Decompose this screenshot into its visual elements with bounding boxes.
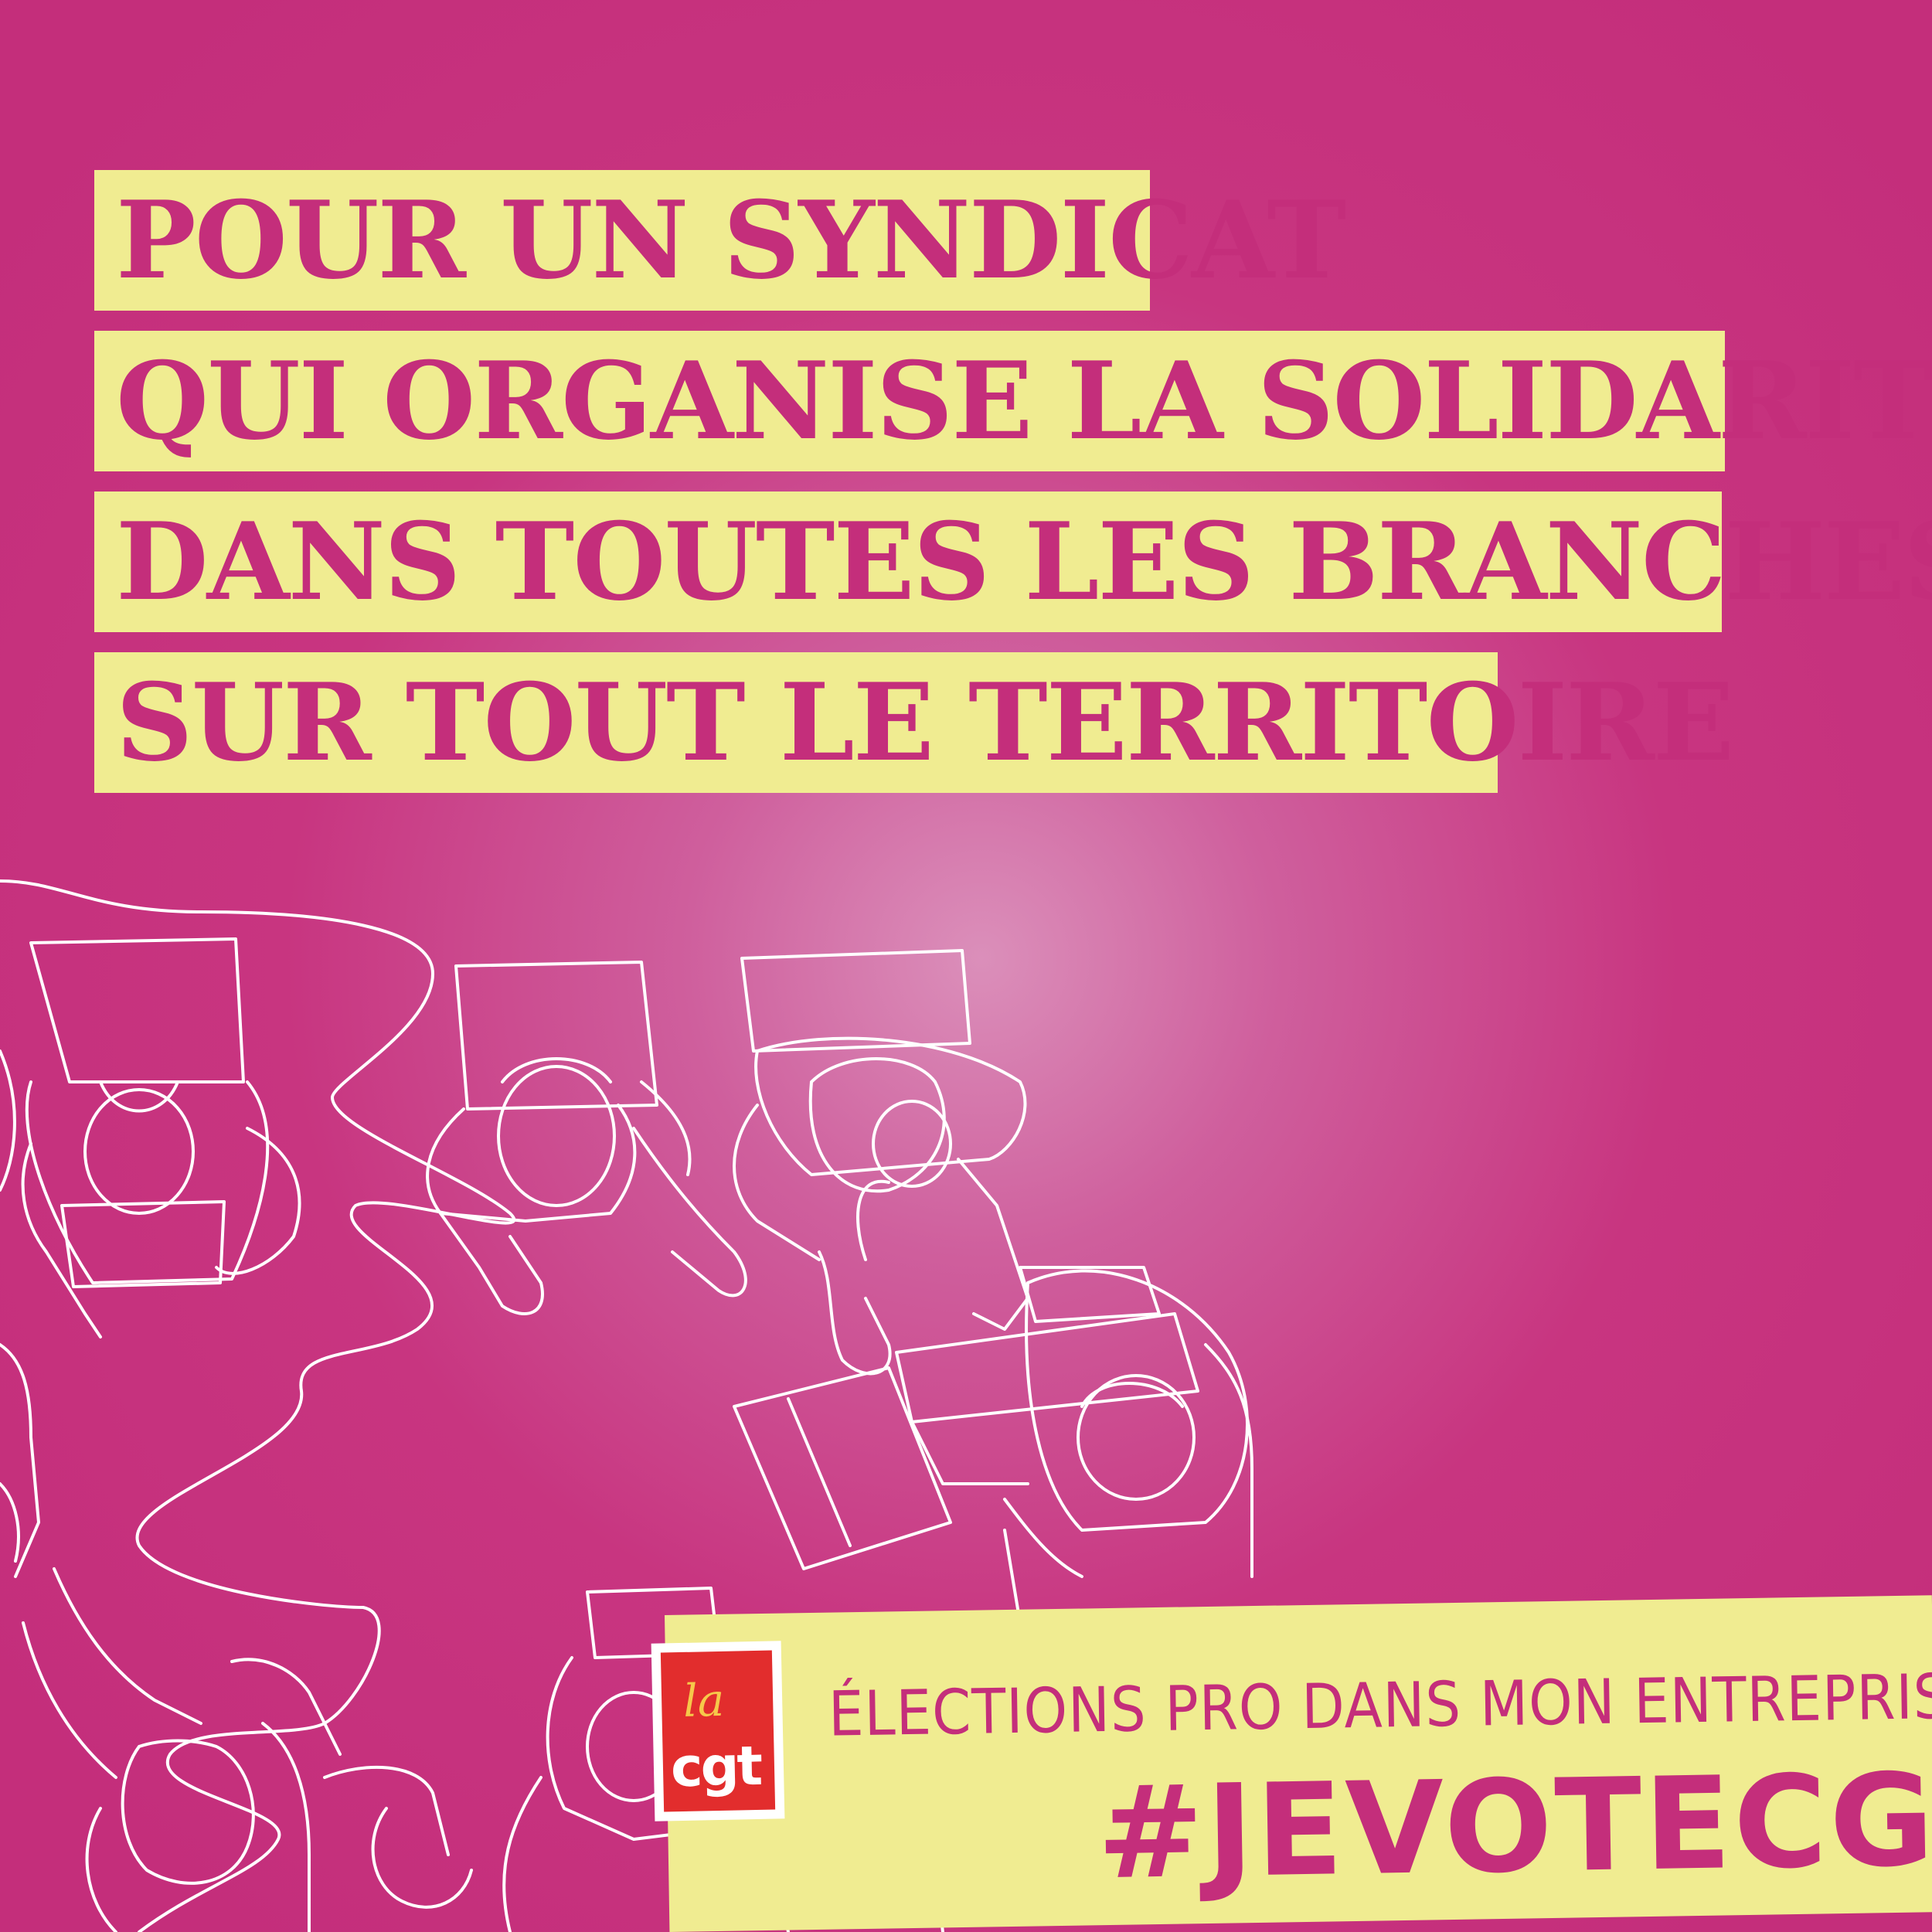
worker-5 — [22, 1567, 311, 1932]
headline-line-3: DANS TOUTES LES BRANCHES, — [94, 492, 1932, 632]
cgt-logo: la cgt — [651, 1641, 785, 1821]
poster: POUR UN SYNDICAT QUI ORGANISE LA SOLIDAR… — [0, 0, 1932, 1932]
worker-1 — [0, 937, 301, 1338]
footer-label: ÉLECTIONS PRO DANS MON ENTREPRISE : — [828, 1659, 1932, 1750]
winding-line — [0, 879, 515, 1932]
hashtag: #JEVOTECGT — [1095, 1744, 1932, 1908]
cgt-logo-red-square: la cgt — [660, 1650, 776, 1812]
footer-panel: ÉLECTIONS PRO DANS MON ENTREPRISE : #JEV… — [665, 1595, 1932, 1932]
headline-line-1: POUR UN SYNDICAT — [94, 170, 1346, 311]
headline-line-4: SUR TOUT LE TERRITOIRE — [94, 652, 1734, 793]
worker-3 — [733, 949, 1029, 1376]
cgt-logo-cgt: cgt — [670, 1733, 761, 1800]
worker-2 — [426, 961, 747, 1315]
cgt-logo-la: la — [682, 1673, 726, 1727]
headline-line-2: QUI ORGANISE LA SOLIDARITÉ — [94, 331, 1932, 471]
left-edge-figure — [0, 1343, 40, 1578]
